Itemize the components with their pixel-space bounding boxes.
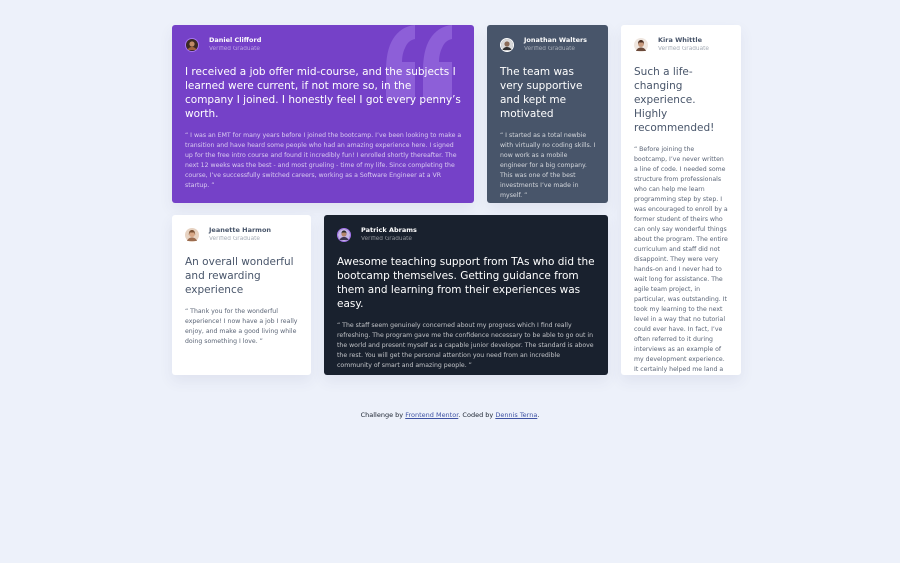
attribution-footer: Challenge by Frontend Mentor. Coded by D… <box>0 411 900 419</box>
person-info: Jeanette Harmon Verified Graduate <box>185 226 299 243</box>
person-name: Daniel Clifford <box>209 36 262 44</box>
person-role: Verified Graduate <box>361 236 412 242</box>
testimonial-card-jonathan: Jonathan Walters Verified Graduate The t… <box>487 25 608 203</box>
person-info: Daniel Clifford Verified Graduate <box>185 36 462 53</box>
testimonials-grid: Daniel Clifford Verified Graduate I rece… <box>172 25 741 375</box>
author-link[interactable]: Dennis Terna <box>495 411 537 419</box>
person-info: Patrick Abrams Verified Graduate <box>337 226 596 243</box>
person-name: Patrick Abrams <box>361 226 417 234</box>
frontend-mentor-link[interactable]: Frontend Mentor <box>405 411 458 419</box>
person-info: Kira Whittle Verified Graduate <box>634 36 729 53</box>
testimonial-card-jeanette: Jeanette Harmon Verified Graduate An ove… <box>172 215 311 375</box>
testimonial-headline: An overall wonderful and rewarding exper… <box>185 256 294 296</box>
avatar <box>634 38 648 52</box>
person-role: Verified Graduate <box>524 46 575 52</box>
testimonial-card-kira: Kira Whittle Verified Graduate Such a li… <box>621 25 741 375</box>
testimonial-card-patrick: Patrick Abrams Verified Graduate Awesome… <box>324 215 608 375</box>
testimonial-headline: I received a job offer mid-course, and t… <box>185 66 461 120</box>
testimonial-headline: Such a life-changing experience. Highly … <box>634 66 715 134</box>
person-name: Kira Whittle <box>658 36 702 44</box>
avatar <box>185 38 199 52</box>
avatar <box>500 38 514 52</box>
person-role: Verified Graduate <box>209 236 260 242</box>
attribution-middle: . Coded by <box>458 411 494 419</box>
attribution-prefix: Challenge by <box>360 411 404 419</box>
attribution-suffix: . <box>537 411 540 419</box>
testimonial-body: “ Before joining the bootcamp, I’ve neve… <box>634 146 728 373</box>
testimonial-body: “ Thank you for the wonderful experience… <box>185 308 298 345</box>
person-role: Verified Graduate <box>209 46 260 52</box>
testimonial-headline: The team was very supportive and kept me… <box>500 66 583 120</box>
testimonial-body: “ I was an EMT for many years before I j… <box>185 132 462 189</box>
testimonial-card-daniel: Daniel Clifford Verified Graduate I rece… <box>172 25 474 203</box>
avatar <box>337 228 351 242</box>
testimonial-body: “ I started as a total newbie with virtu… <box>500 132 596 199</box>
person-info: Jonathan Walters Verified Graduate <box>500 36 596 53</box>
person-role: Verified Graduate <box>658 46 709 52</box>
testimonial-headline: Awesome teaching support from TAs who di… <box>337 256 595 310</box>
avatar <box>185 228 199 242</box>
testimonial-body: “ The staff seem genuinely concerned abo… <box>337 322 594 369</box>
person-name: Jonathan Walters <box>524 36 588 44</box>
person-name: Jeanette Harmon <box>209 226 272 234</box>
